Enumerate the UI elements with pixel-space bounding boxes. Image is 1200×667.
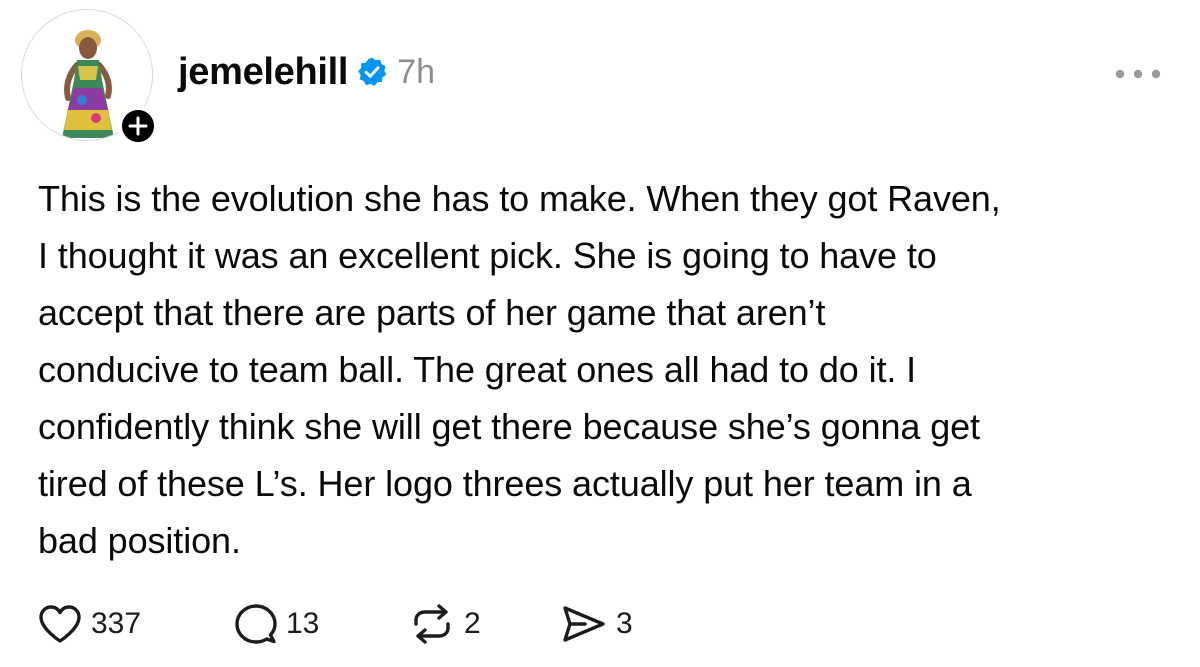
send-icon xyxy=(561,604,607,644)
verified-badge-icon xyxy=(356,56,388,88)
like-count: 337 xyxy=(91,607,142,640)
author-username[interactable]: jemelehill xyxy=(178,51,349,94)
more-options-button[interactable] xyxy=(1110,60,1166,88)
post-body-text: This is the evolution she has to make. W… xyxy=(38,178,1001,561)
reply-button[interactable]: 13 xyxy=(235,603,409,645)
post-header: jemelehill 7h xyxy=(178,46,435,98)
thread-post: jemelehill 7h This is the evolution she … xyxy=(0,0,1200,667)
repost-arrows-icon xyxy=(409,604,455,644)
avatar-container xyxy=(22,10,158,146)
like-button[interactable]: 337 xyxy=(38,604,235,644)
plus-icon xyxy=(128,116,148,136)
share-count: 3 xyxy=(616,607,633,640)
more-horizontal-icon xyxy=(1115,69,1161,79)
reply-count: 13 xyxy=(286,607,320,640)
share-button[interactable]: 3 xyxy=(561,604,681,644)
post-timestamp: 7h xyxy=(397,52,436,91)
repost-count: 2 xyxy=(464,607,481,640)
heart-icon xyxy=(38,604,82,644)
follow-button[interactable] xyxy=(118,106,158,146)
speech-bubble-icon xyxy=(235,603,277,645)
post-actions: 337 13 2 3 xyxy=(38,596,681,652)
repost-button[interactable]: 2 xyxy=(409,604,561,644)
